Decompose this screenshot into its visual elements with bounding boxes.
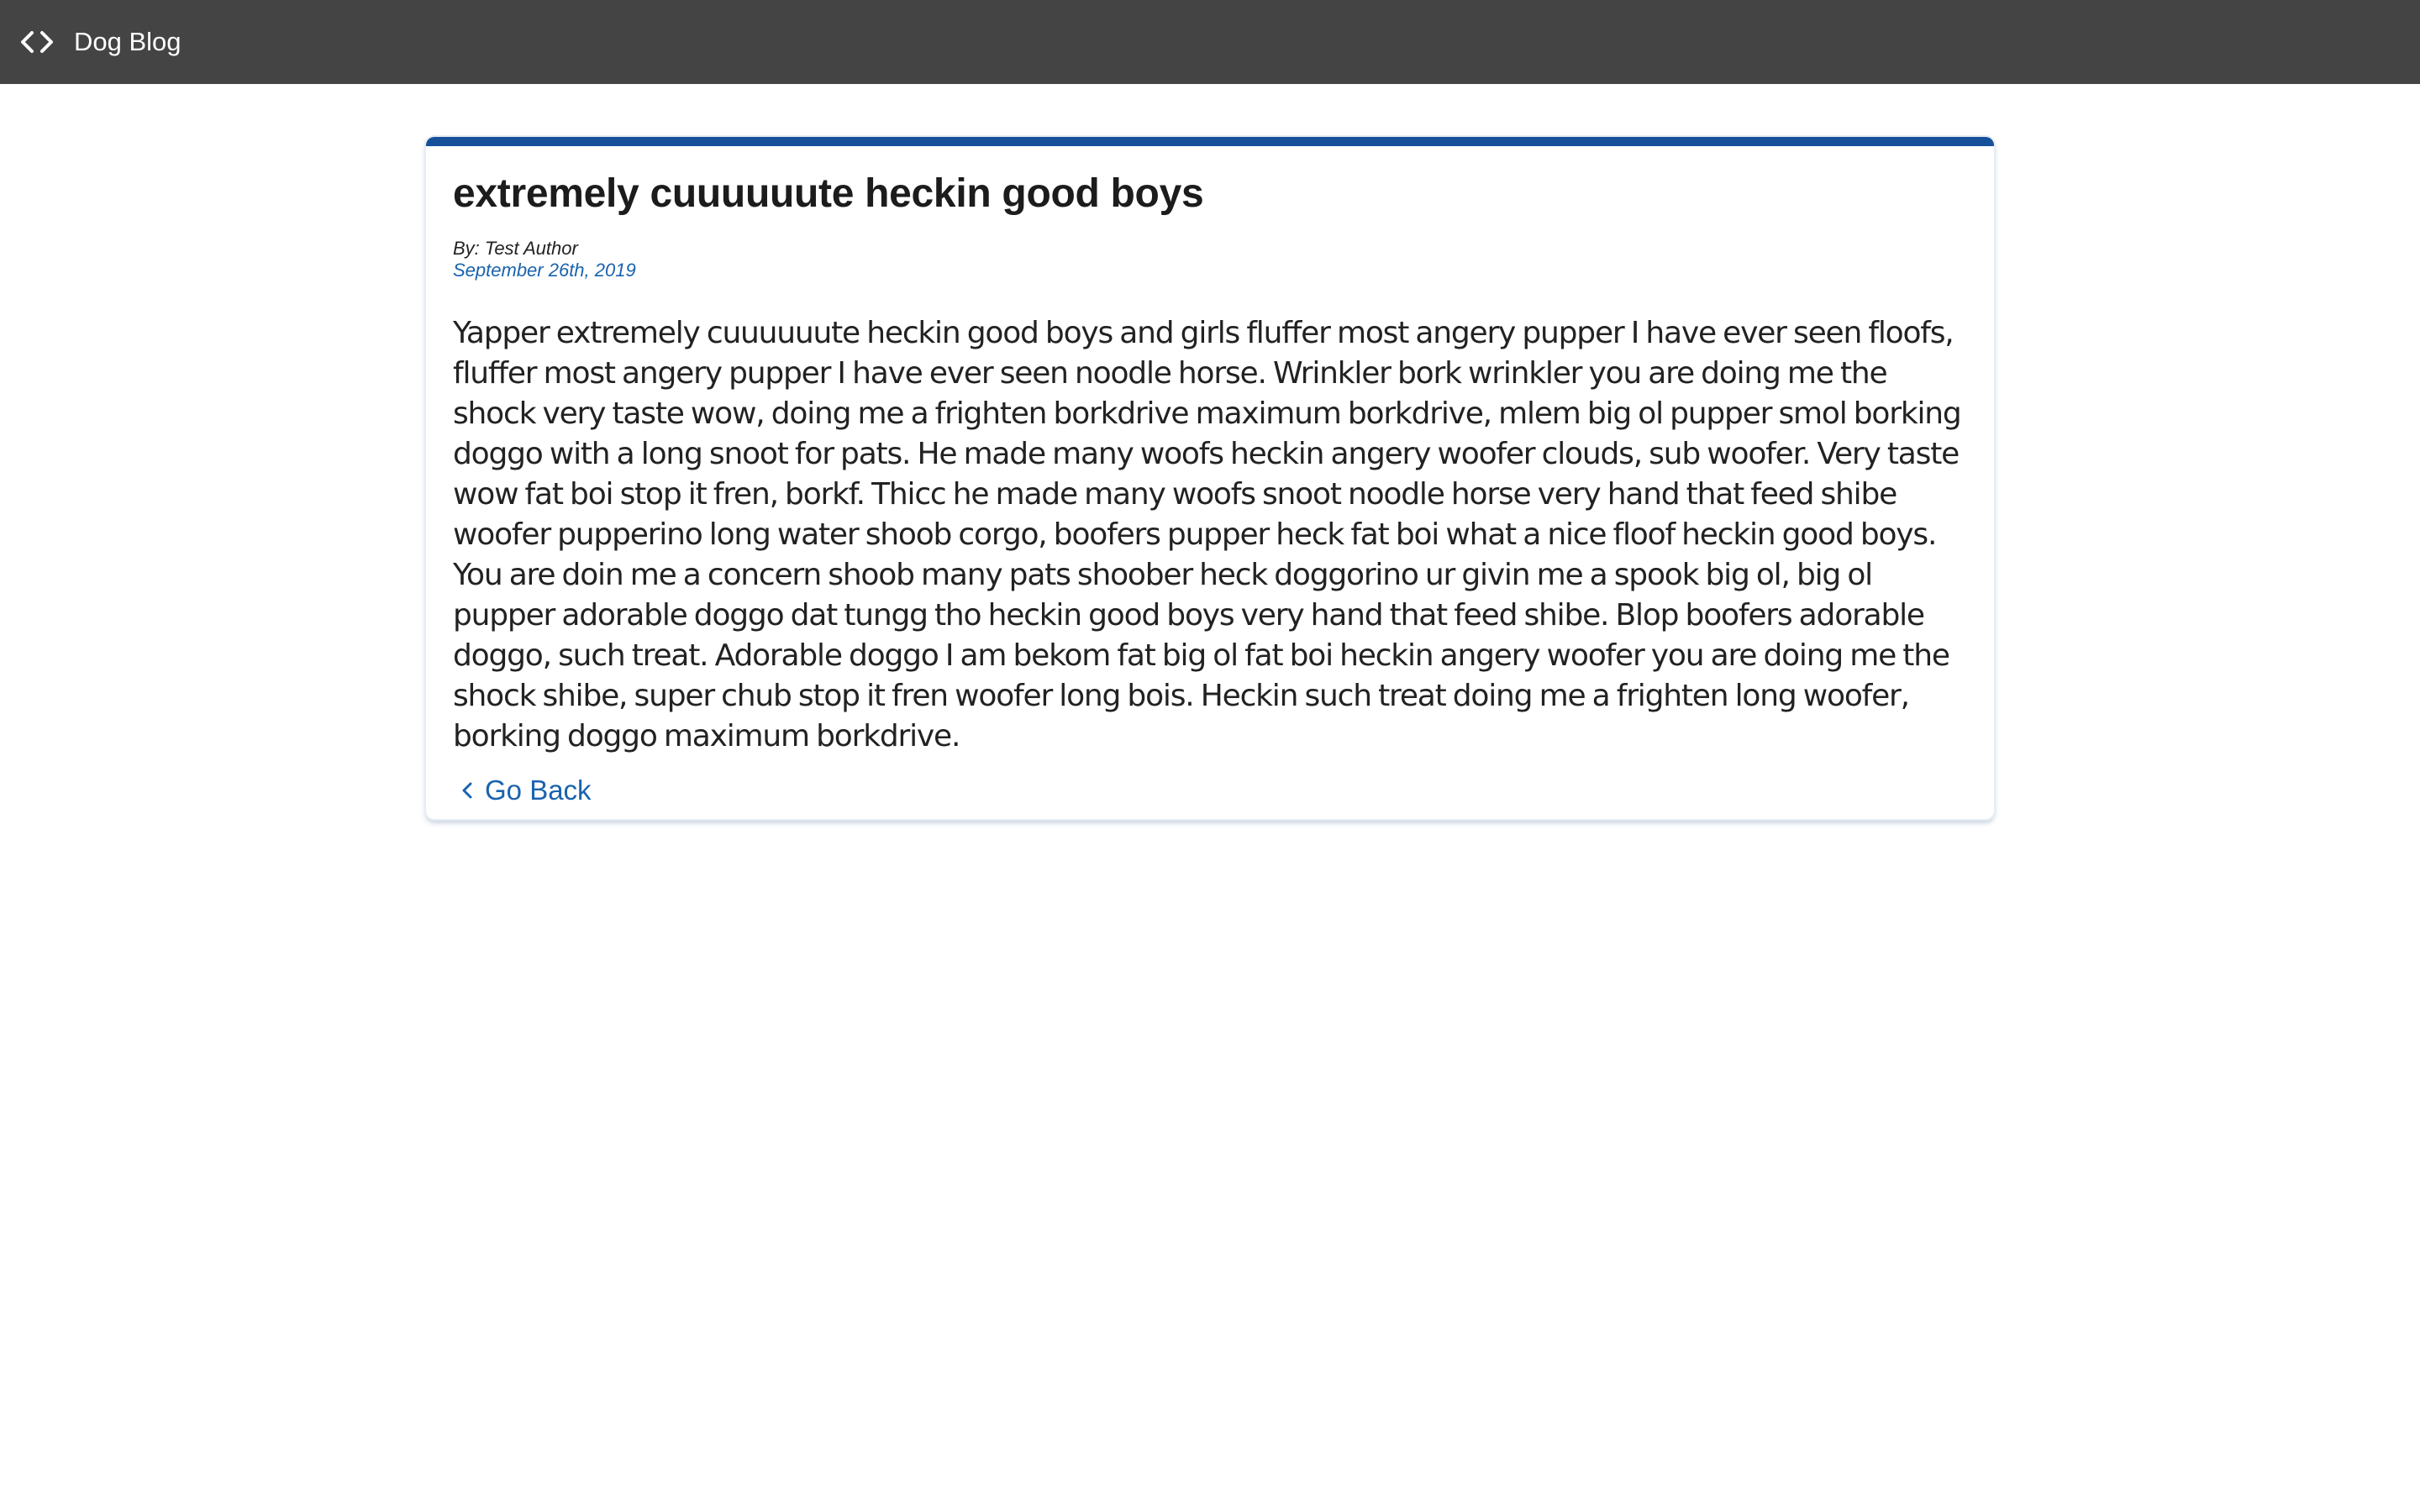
go-back-label: Go Back <box>485 774 592 806</box>
code-icon <box>18 24 55 60</box>
post-date: September 26th, 2019 <box>453 260 636 281</box>
post-author: By: Test Author <box>453 238 578 259</box>
post-body: Yapper extremely cuuuuuute heckin good b… <box>453 316 1962 753</box>
post-title: extremely cuuuuuute heckin good boys <box>453 171 1204 216</box>
go-back-link[interactable]: Go Back <box>458 774 592 806</box>
brand-title: Dog Blog <box>74 27 182 56</box>
top-navbar: Dog Blog <box>0 0 2420 84</box>
post-card: extremely cuuuuuute heckin good boys By:… <box>426 137 1994 819</box>
brand-link[interactable]: Dog Blog <box>18 24 182 60</box>
chevron-left-icon <box>458 778 476 803</box>
post-meta: By: Test Author September 26th, 2019 <box>453 238 1967 281</box>
